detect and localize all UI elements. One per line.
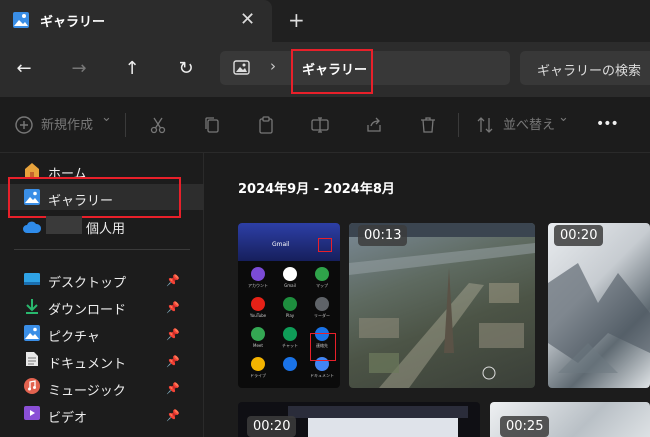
phone-app-icon bbox=[283, 327, 297, 341]
sidebar-item-label: ドキュメント bbox=[48, 357, 127, 372]
tab-title: ギャラリー bbox=[40, 15, 106, 30]
up-button[interactable]: ↑ bbox=[120, 58, 144, 79]
phone-app-tile: アカウント bbox=[244, 267, 272, 289]
pin-icon: 📌 bbox=[166, 409, 180, 422]
sidebar-item-label: 個人用 bbox=[86, 222, 126, 237]
phone-app-label: リーダー bbox=[314, 313, 330, 318]
phone-app-icon bbox=[251, 267, 265, 281]
phone-app-label: ドキュメント bbox=[310, 373, 334, 378]
highlight-box-contacts bbox=[310, 333, 336, 361]
video-duration-badge: 00:25 bbox=[500, 416, 550, 437]
sort-button[interactable]: 並べ替え bbox=[503, 114, 555, 133]
chevron-down-icon: ⌄ bbox=[101, 110, 112, 125]
sidebar-divider bbox=[14, 249, 190, 250]
phone-app-tile: リーダー bbox=[308, 297, 336, 319]
toolbar-divider bbox=[458, 113, 459, 137]
video-duration-badge: 00:13 bbox=[358, 225, 408, 246]
home-icon bbox=[25, 163, 39, 177]
pin-icon: 📌 bbox=[166, 355, 180, 368]
phone-app-label: マップ bbox=[316, 283, 328, 288]
new-tab-button[interactable]: + bbox=[288, 8, 305, 32]
paste-icon[interactable] bbox=[256, 115, 276, 135]
date-range-heading: 2024年9月 - 2024年8月 bbox=[238, 182, 395, 197]
sort-icon bbox=[477, 117, 493, 133]
toolbar-divider bbox=[125, 113, 126, 137]
delete-icon[interactable] bbox=[418, 115, 438, 135]
phone-app-label: Play bbox=[285, 313, 295, 318]
gallery-location-icon bbox=[233, 60, 250, 75]
phone-app-tile: Meet bbox=[244, 327, 272, 348]
phone-app-icon bbox=[283, 267, 297, 281]
videos-icon bbox=[24, 406, 40, 420]
copy-icon[interactable] bbox=[202, 115, 222, 135]
chevron-right-icon: › bbox=[270, 57, 276, 75]
phone-app-tile: チャット bbox=[276, 327, 304, 349]
phone-app-icon bbox=[251, 357, 265, 371]
phone-app-label: ドライブ bbox=[250, 373, 266, 378]
phone-app-icon bbox=[315, 297, 329, 311]
phone-app-icon bbox=[283, 357, 297, 371]
phone-app-label: YouTube bbox=[249, 313, 267, 318]
video-duration-badge: 00:20 bbox=[554, 225, 604, 246]
onedrive-icon bbox=[23, 221, 42, 233]
music-icon bbox=[24, 378, 40, 394]
phone-app-tile bbox=[276, 357, 304, 373]
phone-app-tile: YouTube bbox=[244, 297, 272, 318]
pictures-icon bbox=[24, 325, 40, 341]
gallery-thumbnail-phone-screenshot[interactable]: Gmail アカウント Gmail マップ YouTube Play リーダー Meet チャ… bbox=[238, 223, 340, 388]
sidebar-item-label: ミュージック bbox=[48, 384, 126, 399]
sidebar-item-label: ダウンロード bbox=[48, 303, 127, 318]
documents-icon bbox=[26, 352, 38, 366]
gallery-icon bbox=[13, 12, 29, 28]
download-icon bbox=[26, 299, 38, 314]
browser-content bbox=[308, 418, 458, 437]
share-icon[interactable] bbox=[364, 115, 384, 135]
new-button[interactable]: 新規作成 bbox=[41, 114, 93, 133]
phone-app-icon bbox=[315, 267, 329, 281]
search-placeholder: ギャラリーの検索 bbox=[537, 64, 642, 79]
sidebar-item-label: デスクトップ bbox=[48, 276, 127, 291]
pin-icon: 📌 bbox=[166, 301, 180, 314]
phone-app-icon bbox=[251, 297, 265, 311]
pin-icon: 📌 bbox=[166, 328, 180, 341]
desktop-icon bbox=[24, 273, 40, 285]
phone-app-label: アカウント bbox=[248, 283, 268, 288]
forward-button[interactable]: → bbox=[67, 58, 91, 79]
phone-app-tile: Gmail bbox=[276, 267, 304, 288]
mountain-image bbox=[548, 263, 650, 373]
phone-app-icon bbox=[251, 327, 265, 341]
refresh-button[interactable]: ↻ bbox=[174, 58, 198, 79]
phone-app-label: Meet bbox=[253, 343, 263, 348]
pin-icon: 📌 bbox=[166, 382, 180, 395]
pin-icon: 📌 bbox=[166, 274, 180, 287]
phone-header-label: Gmail bbox=[272, 241, 290, 248]
gallery-thumbnail-aerial-city-video[interactable] bbox=[349, 223, 535, 388]
sidebar-item-label: ビデオ bbox=[48, 411, 88, 426]
back-button[interactable]: ← bbox=[12, 58, 36, 79]
new-icon bbox=[15, 116, 33, 134]
more-options-button[interactable]: ••• bbox=[596, 116, 619, 132]
browser-tabbar bbox=[288, 406, 468, 418]
redacted-username bbox=[46, 216, 82, 234]
chevron-down-icon: ⌄ bbox=[558, 110, 569, 125]
cut-icon[interactable] bbox=[148, 115, 168, 135]
rename-icon[interactable] bbox=[310, 115, 330, 135]
phone-app-label: チャット bbox=[282, 343, 298, 348]
highlight-box-address bbox=[291, 49, 373, 94]
phone-app-icon bbox=[283, 297, 297, 311]
aerial-city-image bbox=[349, 223, 535, 388]
gallery-thumbnail-mountain-video[interactable] bbox=[548, 223, 650, 388]
video-duration-badge: 00:20 bbox=[247, 416, 297, 437]
phone-app-tile: ドライブ bbox=[244, 357, 272, 379]
sidebar-item-label: ピクチャ bbox=[48, 330, 100, 345]
phone-app-tile: マップ bbox=[308, 267, 336, 289]
close-tab-button[interactable]: ✕ bbox=[240, 9, 255, 30]
phone-app-label: Gmail bbox=[284, 283, 296, 288]
highlight-box-phone-menu bbox=[318, 238, 332, 252]
phone-app-tile: Play bbox=[276, 297, 304, 318]
